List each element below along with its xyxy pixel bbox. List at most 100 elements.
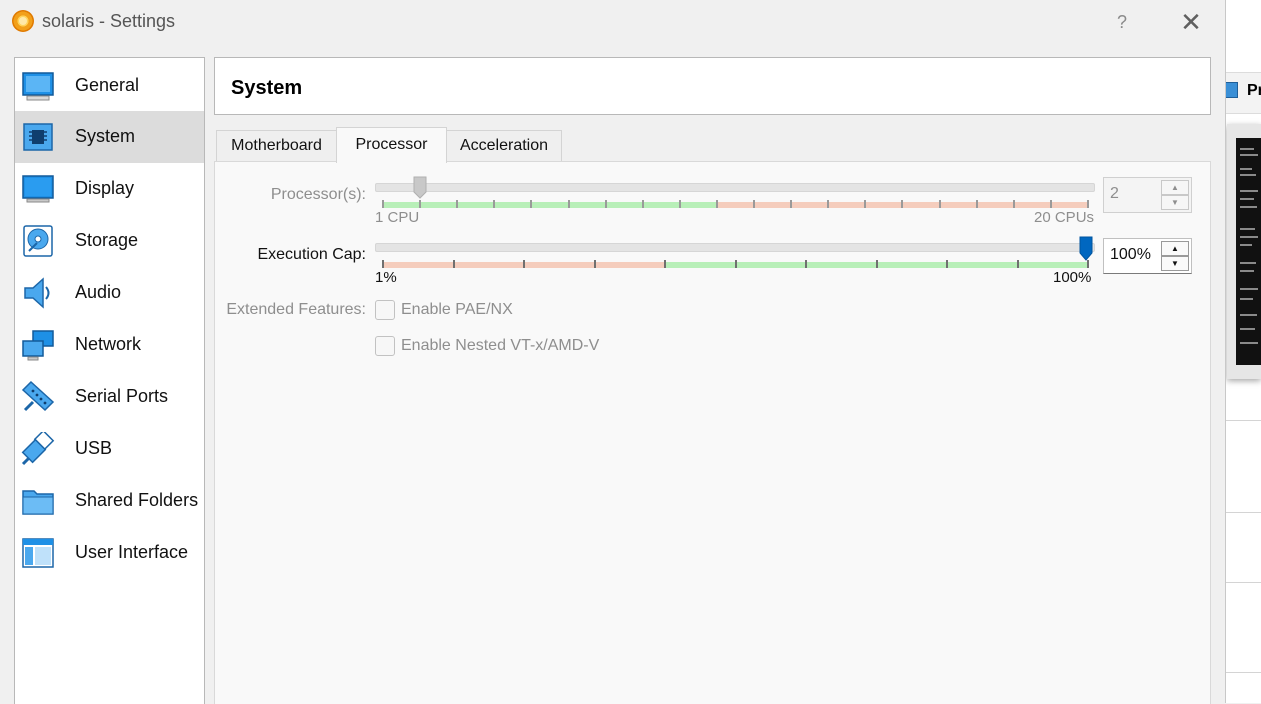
execution-cap-decrement-button[interactable]: ▼ <box>1161 256 1189 271</box>
slider-tick <box>939 200 941 208</box>
sidebar-item-label: Network <box>75 334 142 354</box>
execution-cap-spinbox[interactable]: 100% ▲ ▼ <box>1103 238 1192 274</box>
slider-tick <box>876 260 878 268</box>
background-toolbar-text: Pr <box>1247 82 1261 99</box>
virtualbox-app-icon <box>12 10 34 32</box>
processors-slider[interactable] <box>375 183 1095 192</box>
serial-ports-icon <box>21 380 55 412</box>
background-divider <box>1226 672 1261 673</box>
slider-tick <box>453 260 455 268</box>
sidebar-item-label: Serial Ports <box>75 386 169 406</box>
slider-tick <box>827 200 829 208</box>
processors-value: 2 <box>1110 185 1119 202</box>
slider-tick <box>901 200 903 208</box>
tab-motherboard[interactable]: Motherboard <box>216 130 337 162</box>
slider-tick <box>382 260 384 268</box>
slider-tick <box>642 200 644 208</box>
execution-cap-increment-button[interactable]: ▲ <box>1161 241 1189 256</box>
processors-min-label: 1 CPU <box>375 209 420 226</box>
slider-tick <box>456 200 458 208</box>
settings-dialog: solaris - Settings ? ✕ General System Di… <box>0 0 1226 704</box>
processors-decrement-button[interactable]: ▼ <box>1161 195 1189 210</box>
slider-tick <box>594 260 596 268</box>
tab-acceleration[interactable]: Acceleration <box>446 130 562 162</box>
slider-tick <box>679 200 681 208</box>
help-button[interactable]: ? <box>1110 8 1134 36</box>
sidebar-item-label: Display <box>75 178 135 198</box>
sidebar-item-system[interactable]: System <box>15 111 204 163</box>
tab-processor[interactable]: Processor <box>336 127 447 163</box>
execution-cap-min-label: 1% <box>375 269 397 286</box>
slider-tick <box>523 260 525 268</box>
execution-cap-slider[interactable] <box>375 243 1095 252</box>
slider-tick <box>735 260 737 268</box>
shared-folders-icon <box>22 490 54 515</box>
page-header: System <box>214 57 1211 115</box>
slider-tick <box>805 260 807 268</box>
slider-tick <box>716 200 718 208</box>
slider-tick <box>1087 200 1089 208</box>
execution-cap-slider-handle[interactable] <box>1079 236 1093 262</box>
sidebar-item-label: Audio <box>75 282 122 302</box>
sidebar-item-label: User Interface <box>75 542 189 562</box>
processors-spinbox[interactable]: 2 ▲ ▼ <box>1103 177 1192 213</box>
enable-nested-vtx-checkbox[interactable] <box>375 336 395 356</box>
background-preview-screen <box>1236 138 1261 365</box>
display-icon <box>22 175 54 203</box>
sidebar-item-shared-folders[interactable]: Shared Folders <box>15 475 204 527</box>
window-title: solaris - Settings <box>42 11 176 31</box>
slider-tick <box>1013 200 1015 208</box>
slider-tick <box>530 200 532 208</box>
slider-tick <box>976 200 978 208</box>
slider-tick <box>864 200 866 208</box>
background-divider <box>1226 512 1261 513</box>
close-button[interactable]: ✕ <box>1176 6 1206 38</box>
slider-tick <box>664 260 666 268</box>
slider-tick <box>1017 260 1019 268</box>
enable-pae-nx-label[interactable]: Enable PAE/NX <box>401 301 513 319</box>
processors-slider-handle[interactable] <box>413 176 427 200</box>
sidebar-item-user-interface[interactable]: User Interface <box>15 527 204 579</box>
execution-cap-label: Execution Cap: <box>257 246 366 263</box>
extended-features-label: Extended Features: <box>226 301 366 318</box>
background-divider <box>1226 420 1261 421</box>
slider-tick <box>568 200 570 208</box>
enable-nested-vtx-label[interactable]: Enable Nested VT-x/AMD-V <box>401 337 599 355</box>
sidebar-item-label: Storage <box>75 230 139 250</box>
network-icon <box>22 330 54 361</box>
enable-pae-nx-checkbox[interactable] <box>375 300 395 320</box>
system-icon <box>23 123 53 151</box>
sidebar-item-label: General <box>75 75 140 95</box>
title-bar[interactable]: solaris - Settings ? ✕ <box>0 0 1225 44</box>
processors-max-label: 20 CPUs <box>1034 209 1095 226</box>
audio-icon <box>24 277 50 309</box>
slider-tick <box>1050 200 1052 208</box>
page-title: System <box>231 77 303 99</box>
settings-sidebar: General System Display Storage Audio Net… <box>14 57 205 704</box>
processors-label: Processor(s): <box>270 186 366 203</box>
storage-icon <box>23 225 53 257</box>
sidebar-item-storage[interactable]: Storage <box>15 215 204 267</box>
processors-increment-button[interactable]: ▲ <box>1161 180 1189 195</box>
sidebar-item-label: USB <box>75 438 113 458</box>
processors-scale-ok <box>383 202 717 208</box>
execution-cap-max-label: 100% <box>1053 269 1092 286</box>
sidebar-item-display[interactable]: Display <box>15 163 204 215</box>
slider-tick <box>1087 260 1089 268</box>
slider-tick <box>382 200 384 208</box>
execution-cap-value: 100% <box>1110 246 1151 263</box>
sidebar-item-general[interactable]: General <box>15 60 204 112</box>
slider-tick <box>946 260 948 268</box>
background-divider <box>1226 582 1261 583</box>
sidebar-item-audio[interactable]: Audio <box>15 267 204 319</box>
slider-tick <box>493 200 495 208</box>
sidebar-item-serial-ports[interactable]: Serial Ports <box>15 371 204 423</box>
slider-tick <box>605 200 607 208</box>
slider-tick <box>753 200 755 208</box>
user-interface-icon <box>22 538 54 568</box>
slider-tick <box>419 200 421 208</box>
sidebar-item-label: Shared Folders <box>75 490 199 510</box>
sidebar-item-usb[interactable]: USB <box>15 423 204 475</box>
sidebar-item-network[interactable]: Network <box>15 319 204 371</box>
general-icon <box>22 72 54 101</box>
